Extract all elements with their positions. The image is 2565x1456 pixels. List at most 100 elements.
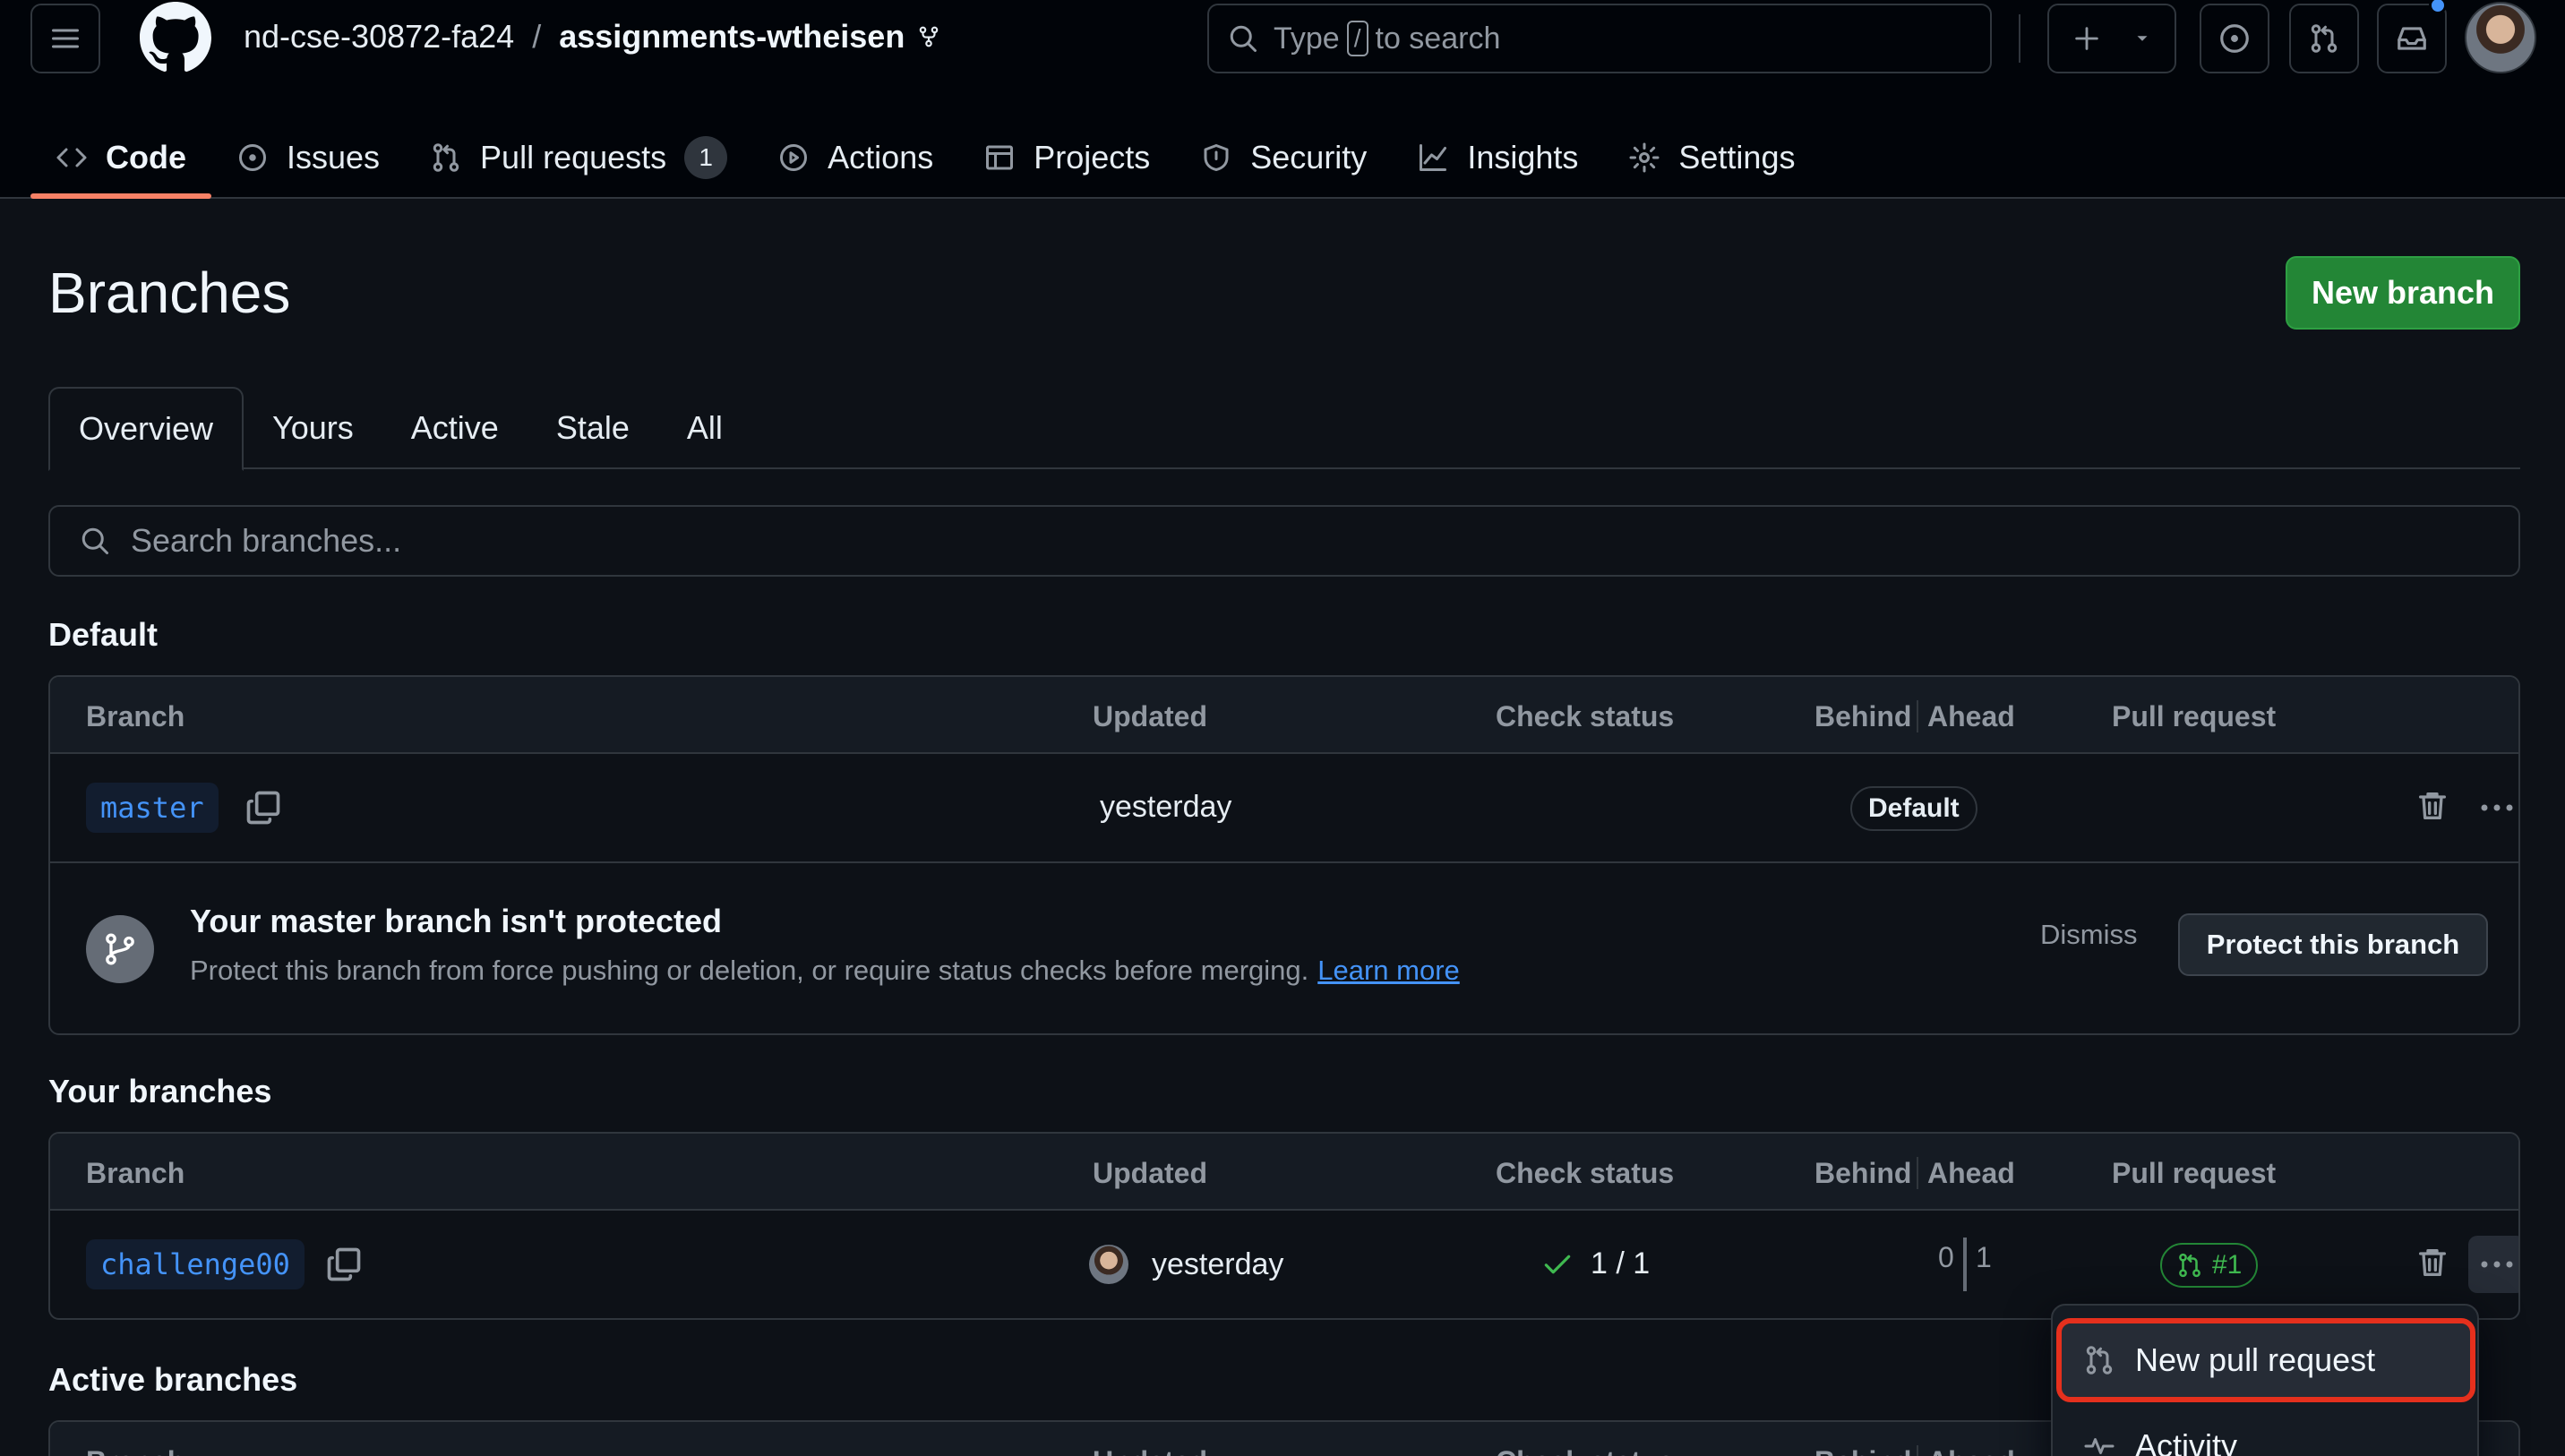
tab-pull-requests[interactable]: Pull requests 1 bbox=[405, 118, 752, 197]
column-ahead: Ahead bbox=[1927, 1157, 2015, 1189]
header-divider bbox=[2019, 14, 2020, 63]
tab-code[interactable]: Code bbox=[30, 118, 211, 199]
menu-button[interactable] bbox=[30, 4, 100, 73]
trash-icon[interactable] bbox=[2415, 1245, 2450, 1280]
column-behind: Behind bbox=[1814, 1445, 1911, 1456]
create-new-button[interactable] bbox=[2047, 4, 2176, 73]
default-badge: Default bbox=[1850, 786, 1977, 831]
tab-projects[interactable]: Projects bbox=[958, 118, 1175, 197]
graph-icon bbox=[1420, 144, 1447, 171]
your-branches-heading: Your branches bbox=[48, 1073, 272, 1109]
subtab-overview[interactable]: Overview bbox=[48, 387, 244, 471]
user-avatar[interactable] bbox=[2465, 2, 2536, 73]
column-branch: Branch bbox=[86, 1445, 184, 1456]
updated-time: yesterday bbox=[1089, 1245, 1283, 1284]
branch-search-placeholder: Search branches... bbox=[131, 522, 402, 559]
behind-count: 0 bbox=[1938, 1241, 1954, 1273]
updated-time: yesterday bbox=[1100, 790, 1231, 825]
git-pull-request-icon bbox=[433, 143, 459, 172]
default-branch-table: Branch Updated Check status Behind Ahead… bbox=[48, 675, 2520, 1035]
ahead-behind-bar bbox=[1963, 1238, 1967, 1291]
search-prefix-text: Type bbox=[1274, 21, 1340, 56]
updated-text: yesterday bbox=[1152, 1246, 1284, 1281]
column-check-status: Check status bbox=[1496, 1445, 1674, 1456]
column-divider bbox=[1917, 700, 1918, 732]
column-pull-request: Pull request bbox=[2112, 1157, 2277, 1189]
tab-settings[interactable]: Settings bbox=[1603, 118, 1820, 197]
your-branches-table: Branch Updated Check status Behind Ahead… bbox=[48, 1132, 2520, 1320]
active-branches-heading: Active branches bbox=[48, 1361, 298, 1398]
tab-code-label: Code bbox=[106, 139, 186, 176]
branch-name-link[interactable]: master bbox=[86, 783, 219, 833]
breadcrumb-separator: / bbox=[532, 18, 542, 55]
fork-icon bbox=[920, 26, 939, 47]
tab-settings-label: Settings bbox=[1678, 139, 1796, 176]
copy-icon[interactable] bbox=[244, 788, 283, 827]
column-branch: Branch bbox=[86, 1157, 185, 1189]
more-options-icon[interactable] bbox=[2468, 1236, 2518, 1293]
column-branch: Branch bbox=[86, 700, 185, 732]
git-pull-request-icon bbox=[2086, 1346, 2113, 1375]
branch-name-link[interactable]: challenge00 bbox=[86, 1239, 305, 1289]
inbox-icon bbox=[2398, 27, 2426, 50]
column-ahead: Ahead bbox=[1927, 700, 2015, 732]
global-search-input[interactable]: Type / to search bbox=[1207, 4, 1992, 73]
subtab-stale[interactable]: Stale bbox=[528, 387, 658, 469]
triangle-down-icon bbox=[2137, 36, 2148, 41]
issue-opened-icon bbox=[239, 144, 266, 171]
branch-search-input[interactable]: Search branches... bbox=[48, 505, 2520, 577]
trash-icon[interactable] bbox=[2415, 788, 2450, 824]
search-shortcut-key: / bbox=[1346, 21, 1368, 56]
tab-issues[interactable]: Issues bbox=[211, 118, 405, 197]
table-row: master yesterday Default bbox=[50, 754, 2518, 861]
menu-item-label: New pull request bbox=[2135, 1341, 2376, 1378]
tab-actions[interactable]: Actions bbox=[752, 118, 958, 197]
your-issues-button[interactable] bbox=[2200, 4, 2269, 73]
check-icon bbox=[1544, 1255, 1571, 1273]
branch-protection-banner: Your master branch isn't protected Prote… bbox=[50, 861, 2518, 1033]
default-section-heading: Default bbox=[48, 616, 159, 653]
learn-more-link[interactable]: Learn more bbox=[1317, 955, 1460, 986]
updated-text: yesterday bbox=[1100, 790, 1232, 824]
pull-requests-counter: 1 bbox=[684, 136, 728, 179]
menu-item-new-pull-request[interactable]: New pull request bbox=[2056, 1318, 2475, 1402]
search-icon bbox=[1230, 25, 1257, 52]
menu-item-activity[interactable]: Activity bbox=[2062, 1409, 2470, 1456]
your-pull-requests-button[interactable] bbox=[2289, 4, 2359, 73]
pull-request-number: #1 bbox=[2212, 1250, 2243, 1280]
branch-filter-tabs: Overview Yours Active Stale All bbox=[48, 387, 2520, 471]
dismiss-button[interactable]: Dismiss bbox=[2040, 919, 2138, 951]
table-icon bbox=[986, 145, 1014, 170]
protect-branch-button[interactable]: Protect this branch bbox=[2178, 913, 2488, 976]
check-status[interactable]: 1 / 1 bbox=[1540, 1246, 1650, 1281]
repo-name-link[interactable]: assignments-wtheisen bbox=[559, 18, 905, 56]
table-header: Branch Updated Check status Behind Ahead… bbox=[50, 677, 2518, 754]
tab-security[interactable]: Security bbox=[1175, 118, 1392, 197]
github-logo-icon[interactable] bbox=[140, 2, 211, 73]
search-suffix-text: to search bbox=[1375, 21, 1501, 56]
pull-request-link[interactable]: #1 bbox=[2160, 1243, 2259, 1288]
tab-insights[interactable]: Insights bbox=[1392, 118, 1603, 197]
banner-title: Your master branch isn't protected bbox=[190, 903, 723, 939]
column-check-status: Check status bbox=[1496, 700, 1675, 732]
tab-actions-label: Actions bbox=[828, 139, 934, 176]
new-branch-button[interactable]: New branch bbox=[2286, 256, 2520, 330]
plus-icon bbox=[2075, 27, 2098, 50]
gear-icon bbox=[1629, 142, 1660, 173]
column-updated: Updated bbox=[1093, 1445, 1207, 1456]
search-icon bbox=[81, 527, 108, 554]
subtab-active[interactable]: Active bbox=[382, 387, 528, 469]
author-avatar[interactable] bbox=[1089, 1245, 1128, 1284]
column-behind: Behind bbox=[1814, 700, 1912, 732]
tab-issues-label: Issues bbox=[287, 139, 381, 176]
subtab-all[interactable]: All bbox=[658, 387, 751, 469]
shield-icon bbox=[1204, 144, 1229, 171]
column-divider bbox=[1917, 1445, 1918, 1456]
more-options-icon[interactable] bbox=[2468, 779, 2518, 836]
subtab-yours[interactable]: Yours bbox=[244, 387, 382, 469]
repo-owner-link[interactable]: nd-cse-30872-fa24 bbox=[244, 18, 514, 56]
check-status-text: 1 / 1 bbox=[1591, 1246, 1651, 1280]
copy-icon[interactable] bbox=[324, 1245, 364, 1284]
page-title: Branches bbox=[48, 261, 291, 325]
column-behind: Behind bbox=[1814, 1157, 1912, 1189]
